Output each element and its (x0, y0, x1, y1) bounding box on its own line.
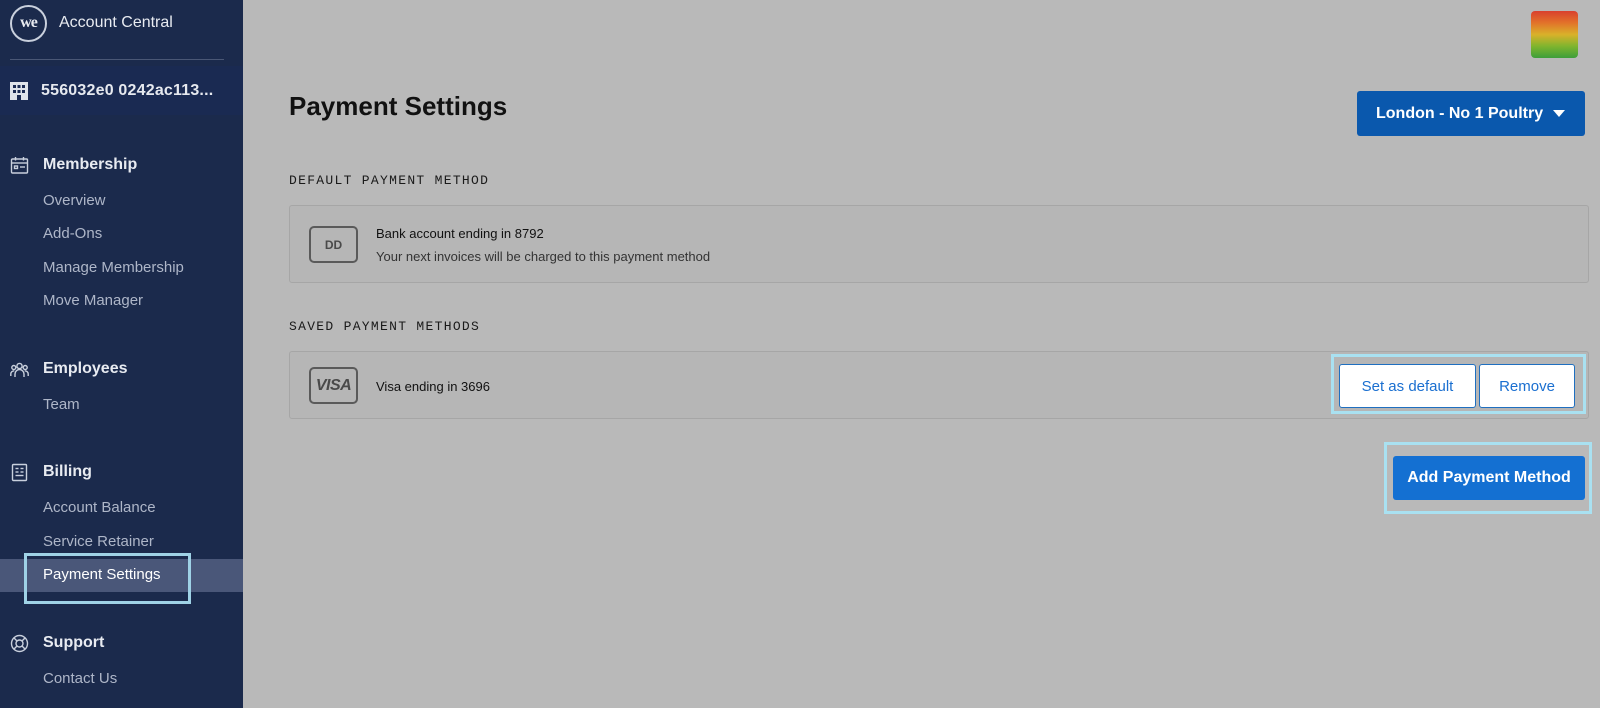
account-selector[interactable]: 556032e0 0242ac113... (0, 66, 243, 115)
location-label: London - No 1 Poultry (1376, 104, 1544, 122)
sidebar-item-account-balance[interactable]: Account Balance (43, 497, 156, 519)
sidebar-item-move-manager[interactable]: Move Manager (43, 290, 143, 312)
add-payment-method-button[interactable]: Add Payment Method (1393, 456, 1585, 500)
location-dropdown[interactable]: London - No 1 Poultry (1357, 91, 1585, 136)
divider (10, 59, 224, 60)
sidebar-section-support[interactable]: Support (0, 631, 243, 655)
default-payment-card: DD Bank account ending in 8792 Your next… (289, 205, 1589, 283)
lifebuoy-icon (10, 634, 29, 652)
sidebar: we Account Central 556032e0 0242ac113...… (0, 0, 243, 708)
highlight-box (24, 553, 191, 604)
avatar[interactable] (1531, 11, 1578, 58)
default-payment-heading: DEFAULT PAYMENT METHOD (289, 173, 490, 188)
sidebar-section-label: Billing (43, 463, 92, 480)
chevron-down-icon (1553, 110, 1565, 117)
remove-button[interactable]: Remove (1479, 364, 1575, 408)
set-as-default-button[interactable]: Set as default (1339, 364, 1476, 408)
sidebar-section-employees[interactable]: Employees (0, 357, 243, 381)
receipt-icon (11, 463, 28, 481)
wework-logo: we (10, 4, 47, 42)
sidebar-item-add-ons[interactable]: Add-Ons (43, 223, 102, 245)
building-icon (10, 81, 28, 100)
sidebar-item-manage-membership[interactable]: Manage Membership (43, 257, 184, 279)
sidebar-section-label: Employees (43, 360, 128, 377)
sidebar-item-contact-us[interactable]: Contact Us (43, 668, 117, 690)
brand[interactable]: we Account Central (10, 4, 173, 42)
sidebar-section-membership[interactable]: Membership (0, 153, 243, 177)
sidebar-item-overview[interactable]: Overview (43, 190, 106, 212)
saved-payments-heading: SAVED PAYMENT METHODS (289, 319, 481, 334)
sidebar-section-label: Membership (43, 156, 138, 173)
app-name: Account Central (59, 14, 173, 31)
payment-method-subtitle: Your next invoices will be charged to th… (376, 249, 711, 264)
direct-debit-icon: DD (309, 226, 358, 263)
visa-icon: VISA (309, 367, 358, 404)
account-id: 556032e0 0242ac113... (41, 81, 214, 99)
payment-method-title: Bank account ending in 8792 (376, 226, 544, 241)
page-title: Payment Settings (289, 91, 508, 121)
sidebar-item-service-retainer[interactable]: Service Retainer (43, 531, 154, 553)
sidebar-item-team[interactable]: Team (43, 394, 80, 416)
people-icon (10, 362, 29, 377)
payment-method-title: Visa ending in 3696 (376, 379, 490, 394)
calendar-icon (10, 156, 29, 174)
sidebar-section-billing[interactable]: Billing (0, 460, 243, 484)
sidebar-section-label: Support (43, 634, 105, 651)
